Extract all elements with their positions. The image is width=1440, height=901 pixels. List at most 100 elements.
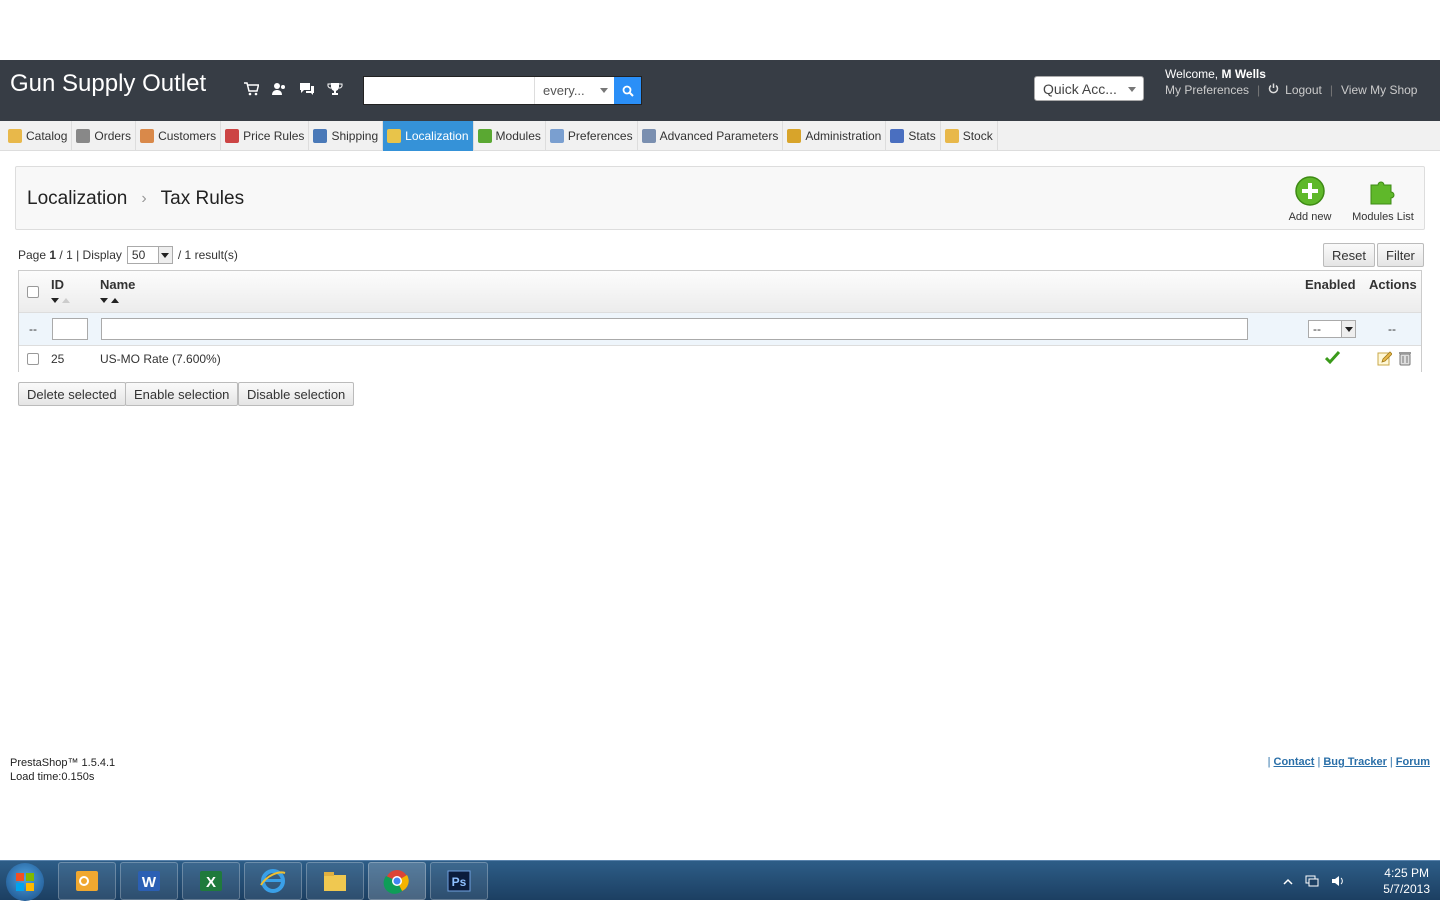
explorer-icon[interactable]	[306, 862, 364, 900]
quick-access-select[interactable]: Quick Acc...	[1034, 76, 1144, 101]
os-taskbar: W X Ps 4:25 PM 5/7/2013	[0, 860, 1440, 901]
photoshop-icon[interactable]: Ps	[430, 862, 488, 900]
delete-icon[interactable]	[1399, 351, 1411, 371]
tab-administration[interactable]: Administration	[783, 121, 887, 151]
customers-icon[interactable]	[270, 80, 288, 98]
chevron-down-icon	[157, 247, 172, 263]
tab-modules[interactable]: Modules	[474, 121, 546, 151]
id-sort-controls	[51, 298, 70, 303]
column-actions: Actions	[1369, 277, 1417, 292]
tab-label: Administration	[805, 129, 882, 143]
results-count: / 1 result(s)	[177, 248, 238, 262]
table-row[interactable]: 25 US-MO Rate (7.600%)	[19, 346, 1421, 372]
reset-button[interactable]: Reset	[1323, 243, 1375, 267]
my-preferences-link[interactable]: My Preferences	[1165, 83, 1249, 97]
network-icon[interactable]	[1305, 874, 1319, 893]
clock[interactable]: 4:25 PM 5/7/2013	[1383, 865, 1430, 897]
footer-links: | Contact | Bug Tracker | Forum	[1267, 756, 1430, 768]
add-icon	[1295, 176, 1325, 206]
select-all-checkbox[interactable]	[27, 286, 39, 298]
per-page-value: 50	[131, 248, 146, 262]
tab-customers[interactable]: Customers	[136, 121, 222, 151]
enable-selection-button[interactable]: Enable selection	[125, 382, 239, 406]
filter-actions-dash: --	[1388, 322, 1396, 336]
tab-orders[interactable]: Orders	[72, 121, 137, 151]
messages-icon[interactable]	[298, 80, 316, 98]
tab-advanced-parameters[interactable]: Advanced Parameters	[638, 121, 784, 151]
clock-date: 5/7/2013	[1383, 882, 1430, 896]
tab-shipping[interactable]: Shipping	[309, 121, 384, 151]
sort-asc-icon[interactable]	[111, 298, 119, 303]
filter-name-input[interactable]	[101, 318, 1248, 340]
tab-stock[interactable]: Stock	[941, 121, 998, 151]
page-current: 1	[49, 248, 57, 262]
trophy-icon[interactable]	[326, 80, 344, 98]
main-nav: Catalog Orders Customers Price Rules Shippin…	[0, 121, 1440, 151]
show-hidden-icons-icon[interactable]	[1283, 874, 1293, 893]
contact-link[interactable]: Contact	[1274, 756, 1315, 768]
header-links: My Preferences | Logout | View My Shop	[1165, 83, 1417, 97]
edit-icon[interactable]	[1377, 351, 1393, 371]
tab-label: Preferences	[567, 129, 633, 143]
filter-enabled-select[interactable]: --	[1308, 320, 1356, 338]
cart-icon	[76, 129, 91, 143]
system-tray	[1283, 874, 1345, 893]
tab-label: Customers	[158, 129, 217, 143]
globe-icon	[387, 129, 402, 143]
search-button[interactable]	[614, 77, 641, 104]
outlook-icon[interactable]	[58, 862, 116, 900]
sort-desc-icon[interactable]	[100, 298, 108, 303]
chevron-down-icon	[1341, 321, 1355, 337]
chevron-down-icon	[1128, 87, 1136, 92]
word-icon[interactable]: W	[120, 862, 178, 900]
logout-link[interactable]: Logout	[1285, 83, 1322, 97]
modules-list-label: Modules List	[1352, 211, 1414, 223]
breadcrumb: Localization › Tax Rules	[27, 188, 244, 210]
footer-info: PrestaShop™ 1.5.4.1 Load time:0.150s	[10, 756, 115, 784]
filter-row: -- -- --	[19, 313, 1421, 346]
start-button[interactable]	[6, 863, 44, 901]
breadcrumb-parent[interactable]: Localization	[27, 188, 127, 210]
per-page-select[interactable]: 50	[126, 246, 173, 264]
puzzle-icon	[477, 129, 492, 143]
row-checkbox[interactable]	[27, 353, 39, 365]
volume-icon[interactable]	[1331, 874, 1345, 893]
search-input[interactable]	[364, 77, 534, 104]
bug-tracker-link[interactable]: Bug Tracker	[1323, 756, 1387, 768]
tab-label: Stats	[908, 129, 936, 143]
tab-preferences[interactable]: Preferences	[546, 121, 638, 151]
cart-icon[interactable]	[242, 80, 260, 98]
filter-dash: --	[29, 322, 37, 336]
chrome-icon[interactable]	[368, 862, 426, 900]
price-rules-icon	[225, 129, 240, 143]
modules-list-button[interactable]: Modules List	[1352, 175, 1414, 223]
chevron-down-icon	[600, 88, 608, 93]
load-time-text: Load time:0.150s	[10, 771, 95, 783]
sort-asc-icon[interactable]	[62, 298, 70, 303]
sort-desc-icon[interactable]	[51, 298, 59, 303]
enabled-check-icon[interactable]	[1324, 350, 1341, 370]
welcome-text: Welcome, M Wells	[1165, 67, 1266, 81]
view-my-shop-link[interactable]: View My Shop	[1341, 83, 1417, 97]
filter-button[interactable]: Filter	[1377, 243, 1424, 267]
filter-enabled-value: --	[1313, 322, 1321, 336]
tab-stats[interactable]: Stats	[886, 121, 941, 151]
delete-selected-button[interactable]: Delete selected	[18, 382, 126, 406]
shop-name[interactable]: Gun Supply Outlet	[10, 70, 206, 98]
search-scope-select[interactable]: every...	[534, 77, 614, 104]
disable-selection-button[interactable]: Disable selection	[238, 382, 355, 406]
ie-icon[interactable]	[244, 862, 302, 900]
excel-icon[interactable]: X	[182, 862, 240, 900]
column-id: ID	[51, 277, 64, 292]
add-new-button[interactable]: Add new	[1288, 175, 1332, 223]
tab-price-rules[interactable]: Price Rules	[221, 121, 310, 151]
tab-catalog[interactable]: Catalog	[4, 121, 73, 151]
filter-id-input[interactable]	[52, 318, 88, 340]
tab-localization[interactable]: Localization	[383, 121, 474, 151]
top-blank-area	[0, 0, 1440, 60]
tab-label: Localization	[405, 129, 469, 143]
link-separator: |	[1329, 83, 1333, 97]
forum-link[interactable]: Forum	[1396, 756, 1430, 768]
stock-icon	[944, 129, 959, 143]
tax-rules-table: ID Name Enabled Actions -- -- -- 25 US-M…	[18, 270, 1422, 372]
